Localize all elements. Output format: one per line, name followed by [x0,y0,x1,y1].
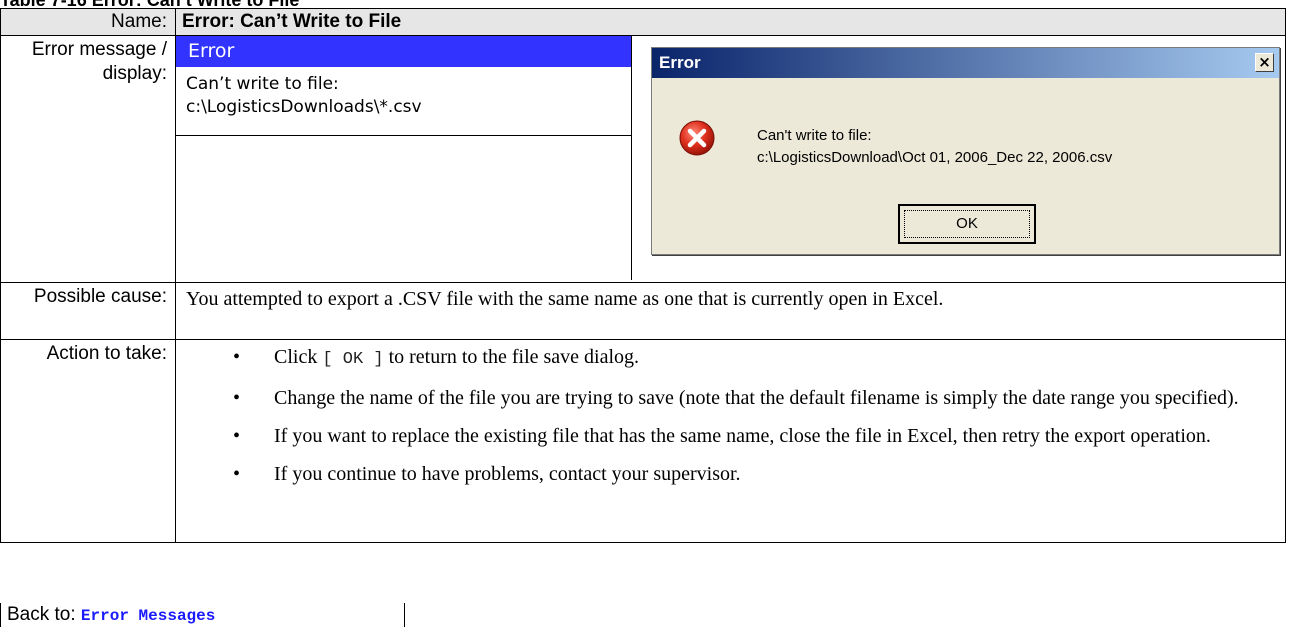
name-row: Name: Error: Can’t Write to File [0,8,1286,36]
back-label: Back to: [7,604,81,625]
display-label: Error message / display: [0,35,176,283]
list-item: • Click [ OK ] to return to the file sav… [176,344,1285,373]
message-line-2: c:\LogisticsDownloads\*.csv [186,97,422,117]
ok-code: [ OK ] [322,350,384,369]
message-body: Can’t write to file: c:\LogisticsDownloa… [176,67,631,119]
list-item: • If you continue to have problems, cont… [176,461,1285,487]
dialog-titlebar[interactable]: Error × [652,48,1279,78]
dialog-line-1: Can't write to file: [757,127,872,144]
action-4-text: If you continue to have problems, contac… [274,463,741,485]
message-box: Error Can’t write to file: c:\LogisticsD… [176,36,632,136]
focus-rect [904,210,1030,238]
cause-row: Possible cause: You attempted to export … [0,282,1286,340]
action-1-suffix: to return to the file save dialog. [383,346,640,368]
action-3-text: If you want to replace the existing file… [274,425,1211,447]
error-table: Name: Error: Can’t Write to File Error m… [0,8,1286,543]
dialog-title: Error [659,53,701,72]
close-icon[interactable]: × [1255,53,1274,72]
dialog-line-2: c:\LogisticsDownload\Oct 01, 2006_Dec 22… [757,149,1113,166]
dialog-message: Can't write to file: c:\LogisticsDownloa… [757,125,1112,169]
action-cell: • Click [ OK ] to return to the file sav… [175,339,1286,543]
bullet: • [233,387,241,409]
back-row: Back to: Error Messages [0,603,405,627]
error-dialog: Error × Can't write to file: c:\Logistic… [651,47,1280,255]
cause-label: Possible cause: [0,282,176,340]
bullet: • [233,463,241,485]
error-x-icon [678,119,716,157]
message-column-blank [176,136,632,280]
action-2-text: Change the name of the file you are tryi… [274,387,1239,409]
message-line-1: Can’t write to file: [186,74,339,94]
display-cell: Error Can’t write to file: c:\LogisticsD… [175,35,1286,283]
list-item: • If you want to replace the existing fi… [176,423,1285,449]
error-name: Error: Can’t Write to File [175,8,1286,36]
error-messages-link[interactable]: Error Messages [81,607,215,625]
action-row: Action to take: • Click [ OK ] to return… [0,339,1286,543]
bullet: • [233,425,241,447]
action-label: Action to take: [0,339,176,543]
display-row: Error message / display: Error Can’t wri… [0,35,1286,283]
action-list: • Click [ OK ] to return to the file sav… [176,340,1285,487]
name-label: Name: [0,8,176,36]
bullet: • [233,346,241,368]
list-item: • Change the name of the file you are tr… [176,385,1285,411]
cause-text: You attempted to export a .CSV file with… [175,282,1286,340]
message-title: Error [176,36,631,67]
ok-button[interactable]: OK [898,204,1036,244]
action-1-prefix: Click [274,346,323,368]
